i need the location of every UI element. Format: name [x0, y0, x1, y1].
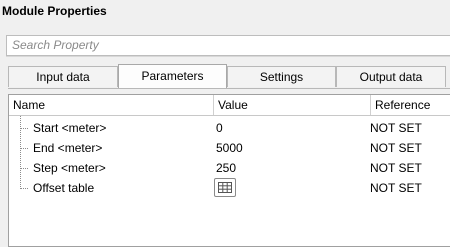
tab-strip: Input data Parameters Settings Output da… — [8, 64, 450, 88]
property-row[interactable]: Start <meter> 0 NOT SET — [9, 118, 450, 138]
tree-branch — [20, 148, 28, 149]
tab-input-data[interactable]: Input data — [8, 66, 118, 87]
divider — [6, 56, 450, 57]
table-grid-icon[interactable] — [214, 178, 236, 197]
tree-branch — [20, 128, 28, 129]
property-grid: Name Value Reference Start <meter> 0 NOT… — [8, 94, 450, 247]
property-value[interactable]: 0 — [216, 118, 223, 138]
property-reference: NOT SET — [370, 121, 422, 135]
property-row[interactable]: End <meter> 5000 NOT SET — [9, 138, 450, 158]
panel-title: Module Properties — [2, 4, 107, 18]
tree-branch — [20, 188, 28, 189]
property-row[interactable]: Offset table NOT SET — [9, 178, 450, 198]
column-header-name[interactable]: Name — [9, 95, 214, 115]
tab-output-data[interactable]: Output data — [336, 66, 446, 87]
column-header-value[interactable]: Value — [214, 95, 371, 115]
property-name: End <meter> — [33, 141, 103, 155]
property-reference: NOT SET — [370, 161, 422, 175]
property-reference: NOT SET — [370, 141, 422, 155]
property-value[interactable]: 250 — [216, 158, 236, 178]
tab-parameters[interactable]: Parameters — [118, 64, 227, 88]
grid-header: Name Value Reference — [9, 95, 450, 116]
property-name: Step <meter> — [33, 161, 106, 175]
column-header-reference[interactable]: Reference — [371, 95, 450, 115]
tabs-divider — [8, 88, 450, 89]
property-row[interactable]: Step <meter> 250 NOT SET — [9, 158, 450, 178]
property-name: Start <meter> — [33, 121, 107, 135]
tree-branch — [20, 168, 28, 169]
property-value[interactable]: 5000 — [216, 138, 243, 158]
search-input[interactable]: Search Property — [6, 35, 450, 56]
property-name: Offset table — [33, 181, 95, 195]
tab-settings[interactable]: Settings — [227, 66, 336, 87]
property-reference: NOT SET — [370, 181, 422, 195]
